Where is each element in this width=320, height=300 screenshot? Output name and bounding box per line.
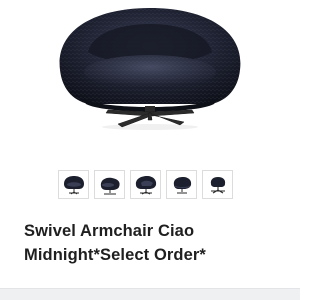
thumbnail-5[interactable] xyxy=(202,170,233,199)
product-main-image[interactable] xyxy=(0,0,300,160)
thumbnail-4[interactable] xyxy=(166,170,197,199)
armchair-back-thumbnail-icon xyxy=(173,176,191,193)
armchair-side-thumbnail-icon xyxy=(100,177,120,194)
thumbnail-1[interactable] xyxy=(58,170,89,199)
thumbnail-2[interactable] xyxy=(94,170,125,199)
product-title-line2: Midnight*Select Order* xyxy=(24,246,206,264)
armchair-angle-thumbnail-icon xyxy=(135,175,156,194)
product-page: Swivel Armchair Ciao Midnight*Select Ord… xyxy=(0,0,300,300)
thumbnail-3[interactable] xyxy=(130,170,161,199)
product-title-line1: Swivel Armchair Ciao xyxy=(24,222,195,240)
armchair-front-thumbnail-icon xyxy=(63,175,84,194)
thumbnail-gallery xyxy=(58,170,242,200)
product-title: Swivel Armchair Ciao Midnight*Select Ord… xyxy=(24,219,294,267)
armchair-base-thumbnail-icon xyxy=(210,176,225,193)
bottom-action-bar xyxy=(0,288,300,300)
